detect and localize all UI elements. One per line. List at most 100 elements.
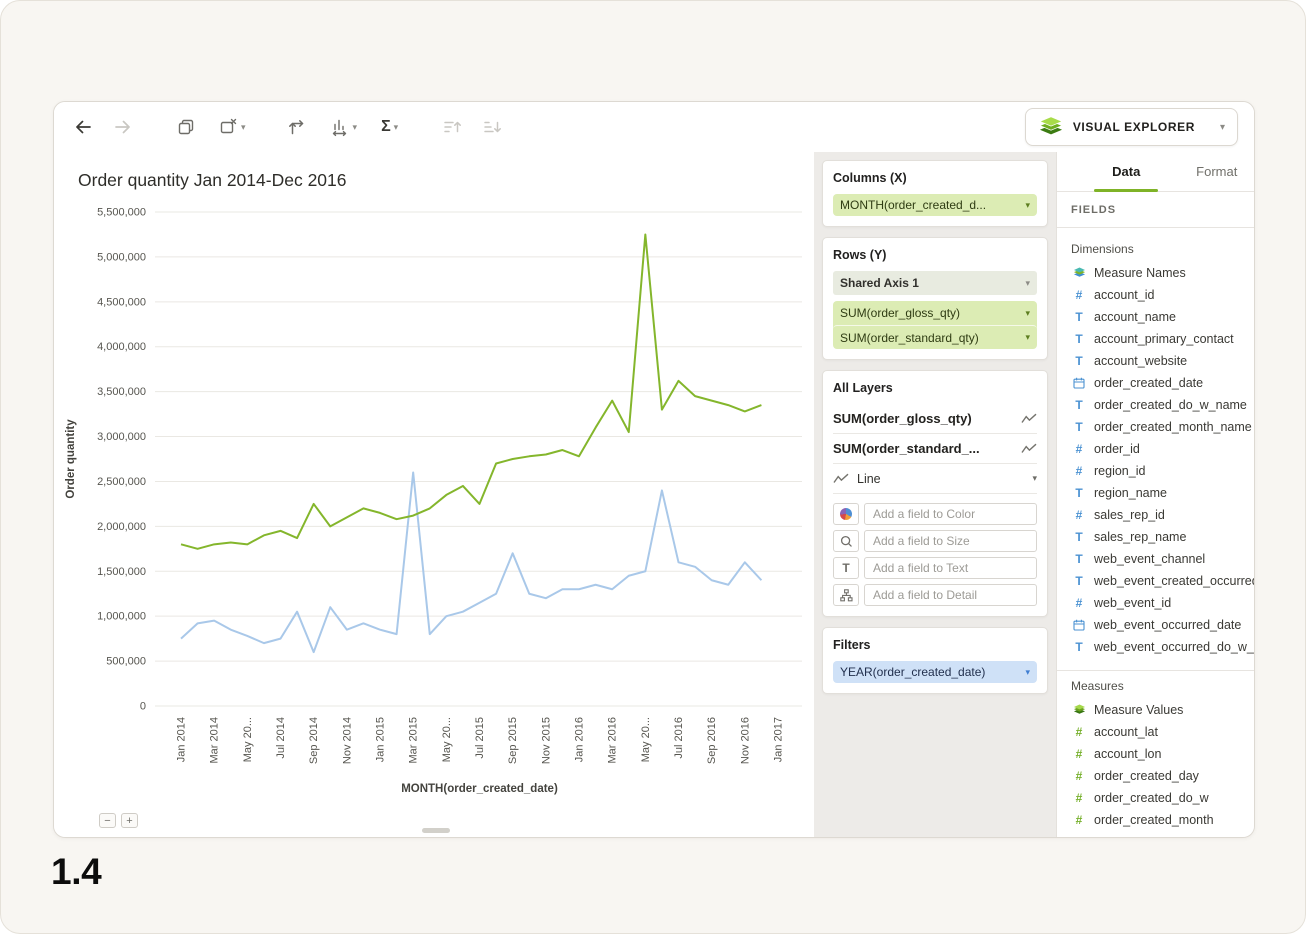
chevron-down-icon: ▾: [1025, 332, 1030, 343]
field-label: web_event_created_occurred...: [1094, 574, 1255, 588]
visual-explorer-menu[interactable]: VISUAL EXPLORER ▾: [1025, 108, 1238, 146]
swap-axes-button[interactable]: [284, 115, 308, 139]
zoom-out-button[interactable]: −: [99, 813, 116, 828]
text-icon: T: [1071, 640, 1087, 654]
field-label: web_event_occurred_do_w_na...: [1094, 640, 1255, 654]
chevron-down-icon: ▾: [1025, 278, 1030, 289]
field-order-created-do-w[interactable]: # order_created_do_w: [1071, 787, 1255, 809]
field-label: account_id: [1094, 288, 1154, 302]
field-label: web_event_channel: [1094, 552, 1205, 566]
series-line-SUM(order_standard_qty)[interactable]: [181, 472, 761, 652]
field-sales-rep-id[interactable]: #sales_rep_id: [1071, 504, 1255, 526]
number-icon: #: [1071, 769, 1087, 783]
field-order-created-month-name[interactable]: Torder_created_month_name: [1071, 416, 1255, 438]
field-order-created-month[interactable]: #order_created_month: [1071, 809, 1255, 831]
duplicate-chart-button[interactable]: [174, 115, 198, 139]
field-order-id[interactable]: #order_id: [1071, 438, 1255, 460]
mark-type-select[interactable]: Line ▾: [833, 464, 1037, 494]
x-tick-label: Mar 2014: [209, 717, 221, 763]
field-label: account_primary_contact: [1094, 332, 1234, 346]
field-measure-values[interactable]: Measure Values: [1071, 699, 1255, 721]
sort-ascending-button[interactable]: [440, 116, 464, 138]
field-region-id[interactable]: #region_id: [1071, 460, 1255, 482]
back-button[interactable]: [70, 115, 96, 139]
field-account-website[interactable]: Taccount_website: [1071, 350, 1255, 372]
text-icon-button[interactable]: T: [833, 557, 859, 579]
shared-axis-header[interactable]: Shared Axis 1 ▾: [833, 271, 1037, 295]
field-account-name[interactable]: Taccount_name: [1071, 306, 1255, 328]
field-region-name[interactable]: Tregion_name: [1071, 482, 1255, 504]
aggregation-button[interactable]: Σ ▾: [379, 116, 400, 138]
dropzone-input-text[interactable]: [864, 557, 1037, 579]
x-tick-label: Jul 2016: [673, 717, 685, 759]
rows-pill-list: SUM(order_gloss_qty)▾SUM(order_standard_…: [833, 301, 1037, 349]
chevron-down-icon: ▾: [1025, 200, 1030, 211]
text-icon: T: [1071, 552, 1087, 566]
y-tick-label: 3,000,000: [97, 431, 146, 443]
dropzone-input-detail[interactable]: [864, 584, 1037, 606]
rows-shelf: Rows (Y) Shared Axis 1 ▾ SUM(order_gloss…: [822, 237, 1048, 360]
filters-pill-0[interactable]: YEAR(order_created_date)▾: [833, 661, 1037, 683]
color-icon-button[interactable]: [833, 503, 859, 525]
filters-shelf: Filters YEAR(order_created_date)▾: [822, 627, 1048, 694]
layers-shelf: All Layers SUM(order_gloss_qty)SUM(order…: [822, 370, 1048, 617]
columns-pill-list: MONTH(order_created_d...▾: [833, 194, 1037, 216]
sort-descending-button[interactable]: [480, 116, 504, 138]
rows-pill-0[interactable]: SUM(order_gloss_qty)▾: [833, 301, 1037, 325]
field-account-id[interactable]: #account_id: [1071, 284, 1255, 306]
tab-data[interactable]: Data: [1081, 152, 1172, 191]
line-chart: 0500,0001,000,0001,500,0002,000,0002,500…: [60, 204, 812, 804]
dropzone-input-color[interactable]: [864, 503, 1037, 525]
zoom-in-button[interactable]: +: [121, 813, 138, 828]
line-chart-icon: [1021, 443, 1037, 454]
field-order-created-date[interactable]: order_created_date: [1071, 372, 1255, 394]
field-account-primary-contact[interactable]: Taccount_primary_contact: [1071, 328, 1255, 350]
x-tick-label: Sep 2016: [706, 717, 718, 764]
field-label: region_id: [1094, 464, 1145, 478]
field-measure-names[interactable]: Measure Names: [1071, 262, 1255, 284]
rows-pill-1[interactable]: SUM(order_standard_qty) ▾: [833, 325, 1037, 349]
axis-range-button[interactable]: ▾: [328, 115, 360, 139]
measure-names-icon: [1071, 267, 1087, 279]
field-web-event-channel[interactable]: Tweb_event_channel: [1071, 548, 1255, 570]
number-icon: #: [1071, 791, 1087, 805]
x-tick-label: Sep 2015: [507, 717, 519, 764]
field-web-event-created-occurred[interactable]: Tweb_event_created_occurred...: [1071, 570, 1255, 592]
field-web-event-id[interactable]: #web_event_id: [1071, 592, 1255, 614]
y-tick-label: 3,500,000: [97, 386, 146, 398]
workspace: Order quantity Jan 2014-Dec 2016 0500,00…: [54, 152, 1254, 837]
number-icon: #: [1071, 813, 1087, 827]
toolbar: ▾ ▾ Σ ▾: [54, 102, 1254, 152]
field-sales-rep-name[interactable]: Tsales_rep_name: [1071, 526, 1255, 548]
measures-list: Measure Values#account_lat#account_lon#o…: [1071, 699, 1255, 831]
tab-format[interactable]: Format: [1172, 152, 1256, 191]
columns-pill-0[interactable]: MONTH(order_created_d...▾: [833, 194, 1037, 216]
forward-button[interactable]: [110, 115, 136, 139]
field-web-event-occurred-date[interactable]: web_event_occurred_date: [1071, 614, 1255, 636]
text-icon: T: [1071, 420, 1087, 434]
dropzone-input-size[interactable]: [864, 530, 1037, 552]
detail-hierarchy-icon: [840, 589, 853, 602]
field-order-created-do-w-name[interactable]: Torder_created_do_w_name: [1071, 394, 1255, 416]
field-label: order_created_do_w: [1094, 791, 1209, 805]
arrow-right-icon: [112, 117, 134, 137]
field-order-created-day[interactable]: #order_created_day: [1071, 765, 1255, 787]
clear-chart-button[interactable]: ▾: [216, 115, 248, 139]
size-icon-button[interactable]: [833, 530, 859, 552]
field-web-event-occurred-do-w-na[interactable]: Tweb_event_occurred_do_w_na...: [1071, 636, 1255, 658]
field-label: region_name: [1094, 486, 1167, 500]
layer-item-1[interactable]: SUM(order_standard_...: [833, 434, 1037, 464]
line-mark-icon: [833, 473, 849, 484]
text-icon: T: [1071, 530, 1087, 544]
duplicate-chart-icon: [176, 117, 196, 137]
detail-icon-button[interactable]: [833, 584, 859, 606]
dropzone-color: [833, 503, 1037, 525]
measure-values-icon: [1071, 704, 1087, 716]
date-icon: [1071, 377, 1087, 389]
x-tick-label: Nov 2015: [540, 717, 552, 764]
layer-item-0[interactable]: SUM(order_gloss_qty): [833, 404, 1037, 434]
field-account-lat[interactable]: #account_lat: [1071, 721, 1255, 743]
field-account-lon[interactable]: #account_lon: [1071, 743, 1255, 765]
horizontal-scrollbar[interactable]: [422, 828, 450, 833]
rows-pill-1-label: SUM(order_standard_qty): [840, 331, 979, 345]
